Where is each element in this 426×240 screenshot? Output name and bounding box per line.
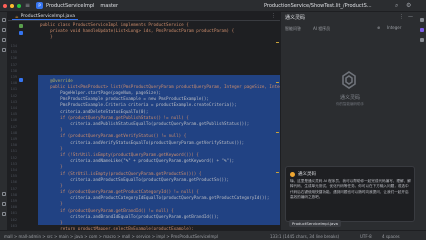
commit-tool-icon[interactable]: [2, 28, 6, 32]
project-selector[interactable]: P ProductServiceImpl: [36, 2, 94, 9]
caret-position[interactable]: 133:1 (1445 chars, 34 line breaks): [270, 234, 339, 239]
panel-minimize-icon[interactable]: —: [408, 14, 413, 20]
database-icon[interactable]: [420, 38, 424, 42]
code-line[interactable]: criteria.andProductCategoryIdEqualTo(pro…: [40, 195, 280, 201]
editor-scrollbar[interactable]: [276, 22, 279, 222]
tab-productserviceimpl[interactable]: ☕ ProductServiceImpl.java: [12, 13, 78, 20]
problems-tool-icon[interactable]: [2, 202, 6, 206]
title-bar: ≡ P ProductServiceImpl master Production…: [0, 0, 426, 12]
assistant-avatar-icon: [290, 171, 295, 177]
ai-assistant-panel: 通义灵码 ⋮ — 智能问答 AI 程序员 ⊕ Integer 通义灵码 你的智能…: [280, 12, 418, 230]
tongyi-logo-icon: [342, 71, 356, 89]
close-window-button[interactable]: [3, 3, 7, 8]
tab-more-icon[interactable]: ⋮: [271, 13, 276, 19]
model-selector[interactable]: Integer: [387, 25, 401, 30]
card-title: 通义灵码: [298, 172, 316, 177]
panel-more-icon[interactable]: ⋮: [399, 14, 404, 20]
new-chat-icon[interactable]: ⊕: [377, 25, 380, 30]
tab-chat[interactable]: 智能问答: [285, 26, 301, 32]
editor-tab-bar: ☕ ProductServiceImpl.java ⋮: [8, 12, 280, 21]
override-gutter-icon[interactable]: [19, 78, 23, 82]
indent-setting[interactable]: 4 spaces: [382, 234, 400, 239]
card-header: 通义灵码: [290, 171, 316, 177]
minimize-window-button[interactable]: [10, 3, 14, 8]
card-message: 嗨，这里是通义灵码 AI 程序员，我可以帮助你一起完成代码编写、理解、解释代码、…: [290, 179, 411, 200]
code-line[interactable]: criteria.andVerifyStatusEqualTo(productQ…: [40, 140, 280, 146]
right-tool-strip: [418, 12, 426, 230]
breadcrumb[interactable]: mall > mall-admin > src > main > java > …: [4, 234, 218, 239]
scroll-marker: [276, 82, 279, 83]
panel-title: 通义灵码: [285, 15, 306, 21]
tab-ai-programmer[interactable]: AI 程序员: [313, 26, 330, 32]
scroll-marker: [276, 132, 279, 133]
code-content: public class ProductServiceImpl implemen…: [40, 22, 280, 230]
search-everywhere-icon[interactable]: ⌕: [395, 2, 398, 10]
code-editor[interactable]: public class ProductServiceImpl implemen…: [38, 21, 280, 230]
hamburger-menu-icon[interactable]: ≡: [25, 2, 30, 9]
context-file-chip[interactable]: ProductServiceImpl.java: [289, 220, 341, 227]
line-numbers: 134 135 136 137 138 139 140 141 142 143 …: [10, 44, 18, 234]
terminal-tool-icon[interactable]: [2, 192, 6, 196]
implements-gutter-icon[interactable]: [19, 24, 23, 28]
ai-assistant-icon[interactable]: [420, 28, 424, 32]
welcome-card: 通义灵码 嗨，这里是通义灵码 AI 程序员，我可以帮助你一起完成代码编写、理解、…: [285, 166, 415, 222]
java-file-icon: ☕: [15, 13, 19, 19]
project-badge: P: [36, 2, 44, 9]
tab-label: ProductServiceImpl.java: [20, 13, 75, 19]
scroll-marker: [276, 172, 279, 173]
project-tool-icon[interactable]: [2, 18, 6, 22]
git-tool-icon[interactable]: [2, 212, 6, 216]
project-name: ProductServiceImpl: [46, 2, 95, 9]
branch-selector[interactable]: master: [100, 3, 118, 9]
code-line[interactable]: criteria.andPublishStatusEqualTo(product…: [40, 121, 280, 127]
notifications-icon[interactable]: [420, 18, 424, 22]
file-encoding[interactable]: UTF-8: [360, 234, 372, 239]
window-title: ProductionService/ShowTest.lit_/ProductS…: [264, 3, 372, 9]
maximize-window-button[interactable]: [17, 3, 21, 8]
status-bar: mall > mall-admin > src > main > java > …: [0, 230, 426, 240]
left-tool-strip: [0, 12, 8, 230]
editor-gutter: 134 135 136 137 138 139 140 141 142 143 …: [8, 21, 38, 234]
logo-subtitle: 你的智能编码助手: [336, 102, 364, 106]
structure-tool-icon[interactable]: [2, 38, 6, 42]
scroll-marker: [276, 42, 279, 43]
more-tools-icon[interactable]: [2, 48, 6, 52]
logo-title: 通义灵码: [339, 95, 360, 101]
override-gutter-icon[interactable]: [19, 31, 23, 35]
settings-gear-icon[interactable]: ⚙: [406, 2, 411, 9]
